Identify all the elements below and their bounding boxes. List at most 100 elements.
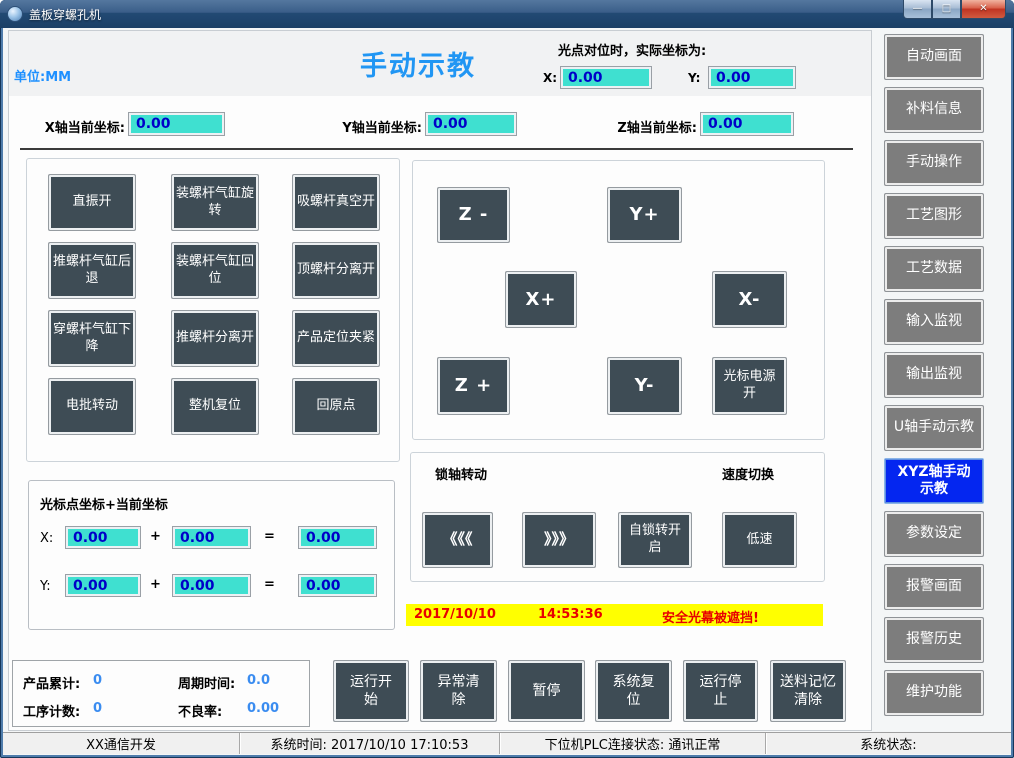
axis-z-label: Z轴当前坐标: — [603, 117, 697, 136]
calc-y-plus-sign: + — [150, 577, 161, 592]
calc-y-equals-sign: = — [264, 577, 275, 592]
sidebar-item-alarm-history[interactable]: 报警历史 — [884, 617, 984, 663]
sidebar-item-alarm-screen[interactable]: 报警画面 — [884, 564, 984, 610]
minimize-icon: — — [913, 4, 923, 14]
function-button-load-cyl-return[interactable]: 装螺杆气缸回位 — [171, 242, 259, 299]
titlebar: 盖板穿螺孔机 — □ ✕ — [0, 0, 1014, 28]
header-divider — [20, 148, 853, 150]
product-total-label: 产品累计: — [23, 673, 80, 692]
maximize-button[interactable]: □ — [932, 0, 961, 19]
spot-align-caption: 光点对位时，实际坐标为: — [558, 40, 706, 59]
sidebar-item-maintenance[interactable]: 维护功能 — [884, 670, 984, 716]
cursor-calc-caption: 光标点坐标+当前坐标 — [40, 494, 168, 513]
page-title: 手动示教 — [360, 44, 476, 83]
sidebar-item-input-monitor[interactable]: 输入监视 — [884, 299, 984, 345]
calc-y-b-field[interactable]: 0.00 — [172, 574, 251, 597]
function-button-home[interactable]: 回原点 — [292, 378, 380, 435]
function-button-push-cyl-back[interactable]: 推螺杆气缸后退 — [48, 242, 136, 299]
cycle-time-value: 0.0 — [247, 673, 270, 688]
feed-memory-clear-button[interactable]: 送料记忆清除 — [770, 660, 846, 722]
statusbar-system-state: 系统状态: — [766, 733, 1011, 754]
self-lock-button[interactable]: 自锁转开启 — [618, 512, 692, 568]
window-title: 盖板穿螺孔机 — [29, 6, 101, 23]
alarm-date: 2017/10/10 — [414, 607, 496, 622]
pause-button[interactable]: 暂停 — [508, 660, 585, 722]
jog-x-minus-button[interactable]: X- — [712, 271, 787, 328]
lock-forward-button[interactable]: 》》》 — [522, 512, 596, 568]
axis-x-field[interactable]: 0.00 — [128, 112, 225, 136]
function-button-top-rod-separate[interactable]: 顶螺杆分离开 — [292, 242, 380, 299]
sidebar-item-refill-info[interactable]: 补料信息 — [884, 87, 984, 133]
jog-y-plus-button[interactable]: Y+ — [607, 187, 682, 243]
axis-y-field[interactable]: 0.00 — [425, 112, 517, 136]
product-total-value: 0 — [93, 673, 102, 688]
defect-rate-value: 0.00 — [247, 701, 279, 716]
calc-x-b-field[interactable]: 0.00 — [172, 526, 251, 549]
cursor-power-button[interactable]: 光标电源开 — [712, 357, 787, 415]
unit-label: 单位:MM — [14, 66, 71, 85]
stats-panel: 产品累计: 0 周期时间: 0.0 工序计数: 0 不良率: 0.00 — [12, 660, 310, 727]
function-button-product-clamp[interactable]: 产品定位夹紧 — [292, 310, 380, 367]
run-start-button[interactable]: 运行开始 — [333, 660, 409, 722]
run-stop-button[interactable]: 运行停止 — [683, 660, 758, 722]
sidebar-item-output-monitor[interactable]: 输出监视 — [884, 352, 984, 398]
speed-toggle-button[interactable]: 低速 — [722, 512, 797, 568]
function-button-push-rod-separate[interactable]: 推螺杆分离开 — [171, 310, 259, 367]
maximize-icon: □ — [942, 4, 951, 14]
axis-y-label: Y轴当前坐标: — [330, 117, 422, 136]
function-button-vacuum-on[interactable]: 吸螺杆真空开 — [292, 174, 380, 231]
function-button-load-cyl-rotate[interactable]: 装螺杆气缸旋转 — [171, 174, 259, 231]
alarm-bar: 2017/10/10 14:53:36 安全光幕被遮挡! — [406, 604, 823, 626]
statusbar-system-time: 系统时间: 2017/10/10 17:10:53 — [240, 733, 500, 754]
clear-abnormal-button[interactable]: 异常清除 — [420, 660, 497, 722]
lock-reverse-button[interactable]: 《《《 — [422, 512, 493, 568]
sidebar-item-parameter-set[interactable]: 参数设定 — [884, 511, 984, 557]
calc-y-sum-field[interactable]: 0.00 — [298, 574, 377, 597]
jog-z-plus-button[interactable]: Z + — [437, 357, 510, 415]
spot-y-field[interactable]: 0.00 — [708, 66, 796, 89]
statusbar: XX通信开发 系统时间: 2017/10/10 17:10:53 下位机PLC连… — [3, 732, 1011, 754]
jog-y-minus-button[interactable]: Y- — [607, 357, 682, 415]
process-count-value: 0 — [93, 701, 102, 716]
sidebar-item-auto-screen[interactable]: 自动画面 — [884, 34, 984, 80]
sidebar-item-process-data[interactable]: 工艺数据 — [884, 246, 984, 292]
sidebar-item-xyz-axis-teach[interactable]: XYZ轴手动示教 — [884, 458, 984, 504]
calc-x-plus-sign: + — [150, 529, 161, 544]
calc-x-equals-sign: = — [264, 529, 275, 544]
close-button[interactable]: ✕ — [961, 0, 1006, 19]
defect-rate-label: 不良率: — [178, 701, 222, 720]
minimize-button[interactable]: — — [903, 0, 932, 19]
function-button-machine-reset[interactable]: 整机复位 — [171, 378, 259, 435]
cycle-time-label: 周期时间: — [178, 673, 235, 692]
statusbar-vendor: XX通信开发 — [3, 733, 240, 754]
window-controls: — □ ✕ — [903, 0, 1006, 19]
app-icon — [7, 6, 23, 22]
sidebar-item-manual-ops[interactable]: 手动操作 — [884, 140, 984, 186]
alarm-message: 安全光幕被遮挡! — [662, 607, 759, 626]
spot-x-label: X: — [543, 71, 557, 85]
process-count-label: 工序计数: — [23, 701, 80, 720]
calc-y-label: Y: — [40, 579, 51, 594]
spot-y-label: Y: — [688, 71, 700, 85]
calc-y-a-field[interactable]: 0.00 — [65, 574, 141, 597]
axis-z-field[interactable]: 0.00 — [700, 112, 794, 136]
calc-x-label: X: — [40, 531, 53, 546]
sidebar-item-process-graphic[interactable]: 工艺图形 — [884, 193, 984, 239]
app-window: 盖板穿螺孔机 — □ ✕ 单位:MM 手动示教 光点对位时，实际坐标为: X: … — [0, 0, 1014, 758]
alarm-time: 14:53:36 — [538, 607, 603, 622]
axis-x-label: X轴当前坐标: — [30, 117, 125, 136]
calc-x-sum-field[interactable]: 0.00 — [298, 526, 377, 549]
calc-x-a-field[interactable]: 0.00 — [65, 526, 141, 549]
function-button-vibrator-on[interactable]: 直振开 — [48, 174, 136, 231]
jog-x-plus-button[interactable]: X+ — [505, 271, 577, 328]
function-button-pierce-cyl-down[interactable]: 穿螺杆气缸下降 — [48, 310, 136, 367]
speed-switch-caption: 速度切换 — [722, 464, 774, 483]
function-button-driver-rotate[interactable]: 电批转动 — [48, 378, 136, 435]
statusbar-plc-status: 下位机PLC连接状态: 通讯正常 — [500, 733, 766, 754]
sidebar-item-u-axis-teach[interactable]: U轴手动示教 — [884, 405, 984, 451]
lock-axis-caption: 锁轴转动 — [435, 464, 487, 483]
spot-x-field[interactable]: 0.00 — [560, 66, 652, 89]
close-icon: ✕ — [979, 4, 987, 14]
system-reset-button[interactable]: 系统复位 — [595, 660, 672, 722]
jog-z-minus-button[interactable]: Z - — [437, 187, 510, 243]
